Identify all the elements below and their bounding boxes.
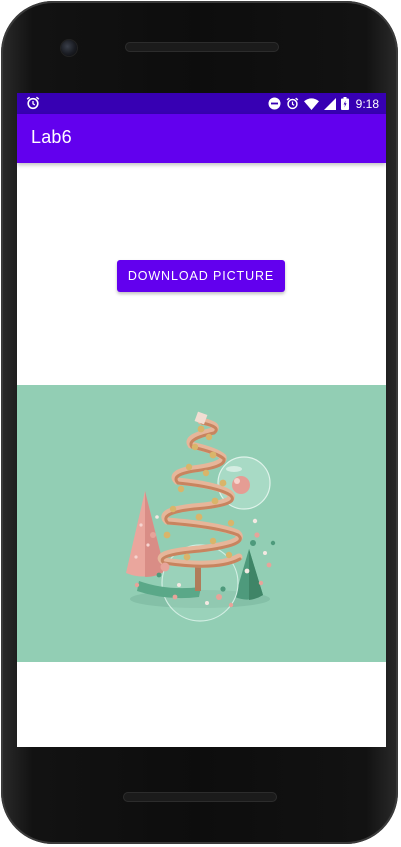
screen: 9:18 Lab6 DOWNLOAD PICTURE bbox=[17, 93, 386, 747]
christmas-tree-picture bbox=[17, 385, 386, 662]
wifi-icon bbox=[303, 97, 319, 110]
top-speaker bbox=[125, 42, 279, 52]
downloaded-picture bbox=[17, 385, 386, 662]
recents-icon[interactable] bbox=[299, 721, 311, 733]
app-title: Lab6 bbox=[31, 127, 72, 147]
app-bar: Lab6 bbox=[17, 114, 386, 163]
bottom-speaker bbox=[123, 792, 277, 802]
navigation-bar bbox=[17, 707, 386, 747]
status-bar: 9:18 bbox=[17, 93, 386, 114]
status-time: 9:18 bbox=[355, 96, 379, 111]
back-icon[interactable] bbox=[90, 719, 104, 735]
do-not-disturb-icon bbox=[268, 97, 281, 110]
status-icons: 9:18 bbox=[268, 93, 379, 114]
download-picture-button[interactable]: DOWNLOAD PICTURE bbox=[117, 260, 285, 292]
alarm-icon bbox=[286, 97, 298, 110]
device-frame: 9:18 Lab6 DOWNLOAD PICTURE bbox=[0, 0, 401, 847]
battery-icon bbox=[340, 97, 349, 110]
home-icon[interactable] bbox=[194, 720, 208, 734]
front-camera bbox=[61, 40, 77, 56]
signal-icon bbox=[323, 97, 336, 110]
alarm-icon bbox=[26, 96, 40, 110]
